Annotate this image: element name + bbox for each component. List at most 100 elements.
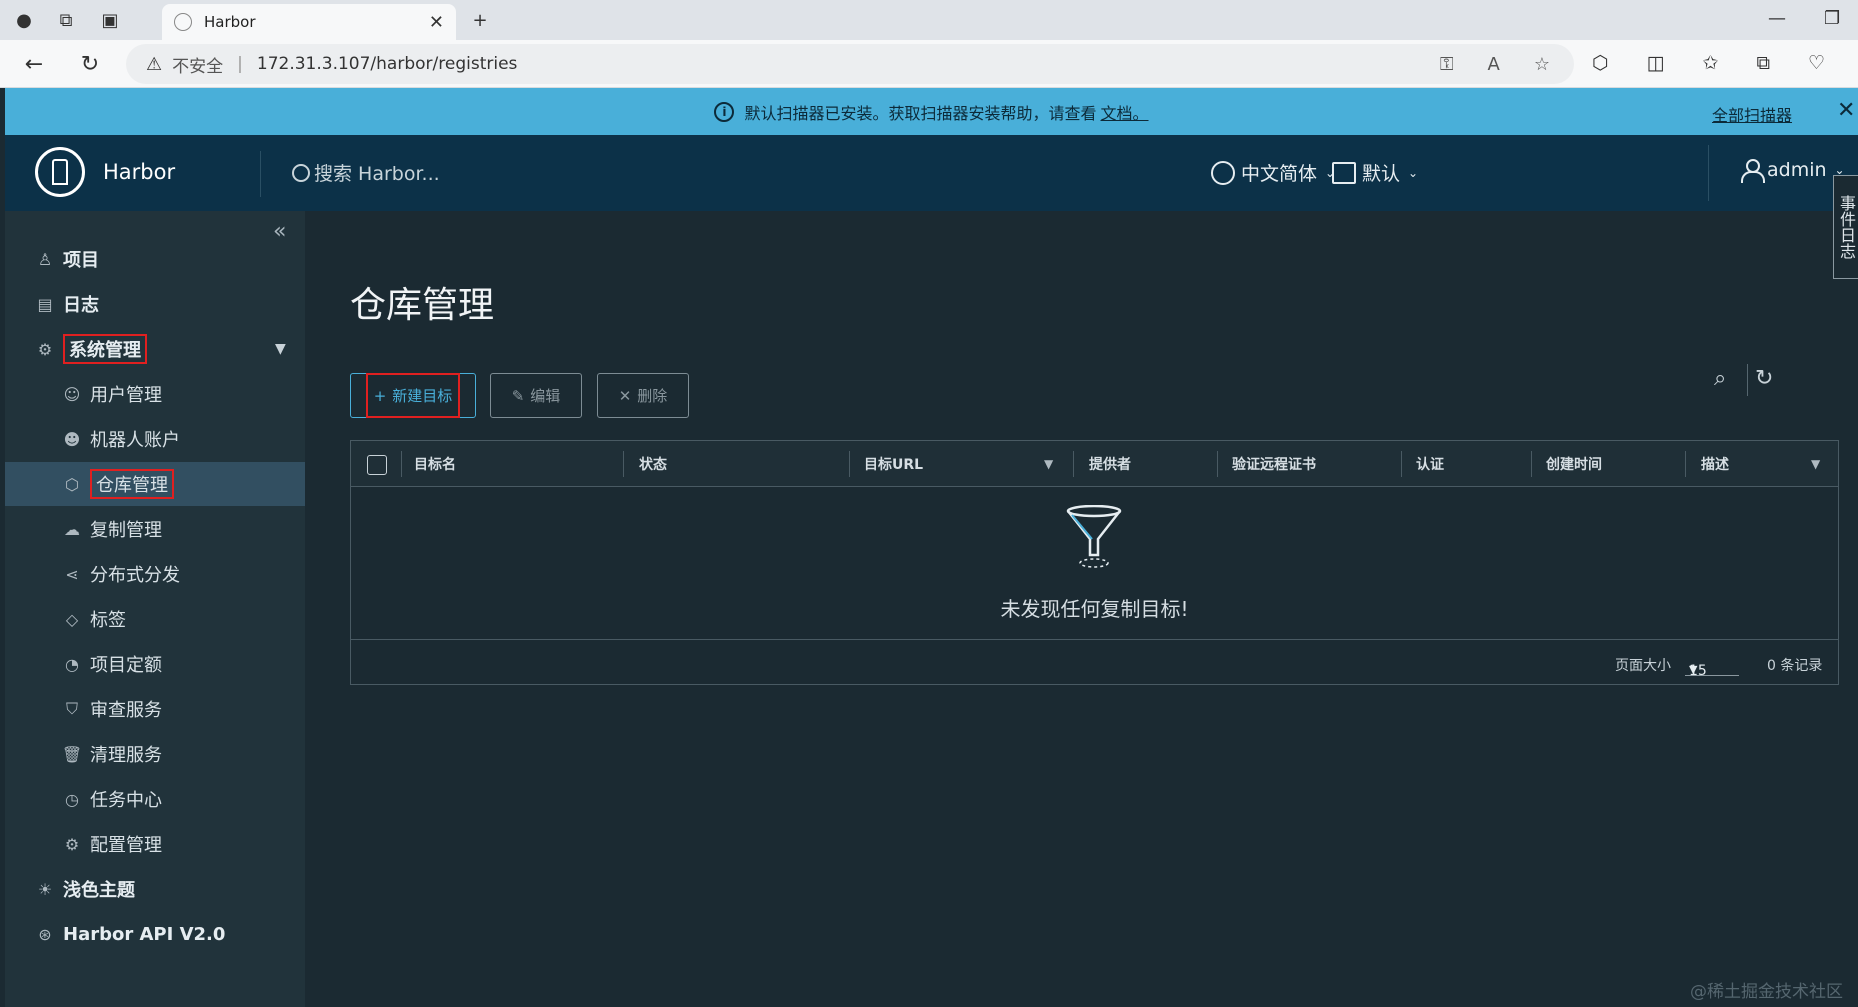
tab-actions-icon[interactable]: ▣	[96, 6, 124, 34]
banner-doc-link[interactable]: 文档。	[1101, 100, 1149, 124]
sidebar-item-label: 日志	[63, 295, 99, 316]
url-text[interactable]: 172.31.3.107/harbor/registries	[257, 54, 518, 74]
new-endpoint-button[interactable]: + 新建目标	[350, 373, 476, 418]
performance-icon[interactable]: ♡	[1808, 52, 1825, 74]
edit-button[interactable]: ✎ 编辑	[490, 373, 582, 418]
refresh-icon[interactable]: ↻	[1755, 366, 1773, 391]
user-name: admin	[1767, 159, 1827, 181]
filter-icon[interactable]: ▼	[1811, 457, 1820, 471]
select-all-checkbox[interactable]	[367, 455, 387, 475]
sidebar-item-distribution[interactable]: ⋖ 分布式分发	[5, 552, 305, 596]
column-separator	[1531, 451, 1532, 477]
banner-close-icon[interactable]: ✕	[1837, 98, 1855, 123]
info-icon: i	[714, 101, 735, 122]
event-log-tab[interactable]: 事件日志	[1833, 175, 1858, 279]
sidebar-item-users[interactable]: ☺ 用户管理	[5, 372, 305, 416]
new-endpoint-label: 新建目标	[392, 387, 453, 405]
global-search[interactable]: 搜索 Harbor...	[292, 159, 440, 186]
favorite-star-icon[interactable]: ☆	[1534, 54, 1550, 75]
all-scanners-link[interactable]: 全部扫描器	[1712, 102, 1792, 126]
security-label: 不安全	[172, 56, 224, 77]
column-header-verify-cert[interactable]: 验证远程证书	[1232, 441, 1316, 487]
browser-toolbar: ← ↻ ⚠ 不安全 | 172.31.3.107/harbor/registri…	[0, 40, 1858, 88]
column-header-status[interactable]: 状态	[639, 441, 667, 487]
column-header-description[interactable]: 描述	[1701, 441, 1729, 487]
profile-icon[interactable]: ●	[10, 6, 38, 34]
language-dropdown[interactable]: 中文简体 ⌄	[1211, 159, 1335, 186]
sidebar-item-label: 清理服务	[90, 745, 162, 766]
logs-icon: ▤	[37, 294, 53, 314]
tag-icon: ◇	[65, 609, 79, 629]
chevron-down-icon: ⌄	[1408, 165, 1419, 180]
read-aloud-icon[interactable]: A	[1488, 54, 1500, 75]
column-header-auth[interactable]: 认证	[1416, 441, 1444, 487]
harbor-logo-icon[interactable]	[35, 147, 85, 197]
date-format-label: 默认	[1362, 163, 1401, 185]
datagrid-footer: 页面大小 15 ▼ 0 条记录	[351, 639, 1838, 685]
sidebar-item-admin[interactable]: ⚙ 系统管理 ▼	[5, 327, 305, 371]
extensions-icon[interactable]: ⬡	[1592, 52, 1609, 74]
gear-icon: ⚙	[64, 834, 80, 854]
column-header-provider[interactable]: 提供者	[1089, 441, 1131, 487]
user-icon	[1741, 159, 1765, 183]
browser-tab[interactable]: Harbor ✕	[162, 4, 456, 40]
user-menu[interactable]: admin ⌄	[1741, 159, 1845, 183]
browser-tab-title: Harbor	[204, 13, 256, 31]
robot-icon: ☻	[63, 429, 81, 449]
sidebar-item-job-service[interactable]: ◷ 任务中心	[5, 777, 305, 821]
favorites-icon[interactable]: ✩	[1703, 52, 1719, 74]
workspaces-icon[interactable]: ⧉	[52, 6, 80, 34]
sidebar-item-light-theme[interactable]: ☀ 浅色主题	[5, 867, 305, 911]
distribution-icon: ⋖	[65, 564, 79, 584]
column-header-url[interactable]: 目标URL	[864, 441, 923, 487]
sidebar-item-quotas[interactable]: ◔ 项目定额	[5, 642, 305, 686]
sidebar-item-label: 配置管理	[90, 835, 162, 856]
split-screen-icon[interactable]: ◫	[1647, 52, 1665, 74]
plus-icon: +	[373, 386, 387, 405]
sidebar-item-label: 机器人账户	[90, 430, 180, 451]
address-bar[interactable]: ⚠ 不安全 | 172.31.3.107/harbor/registries ⚿…	[126, 44, 1574, 84]
column-header-created[interactable]: 创建时间	[1546, 441, 1602, 487]
pencil-icon: ✎	[511, 386, 525, 405]
filter-icon[interactable]: ▼	[1044, 457, 1053, 471]
globe-icon	[1211, 160, 1235, 185]
close-icon: ✕	[618, 386, 632, 405]
page-size-select[interactable]: 15 ▼	[1685, 648, 1739, 679]
column-header-name[interactable]: 目标名	[414, 441, 456, 487]
admin-icon: ⚙	[37, 339, 53, 359]
restore-icon[interactable]: ❐	[1824, 8, 1840, 29]
key-icon[interactable]: ⚿	[1440, 54, 1454, 75]
banner-message: 默认扫描器已安装。获取扫描器安装帮助，请查看	[744, 103, 1097, 123]
delete-button[interactable]: ✕ 删除	[597, 373, 689, 418]
reload-icon[interactable]: ↻	[76, 50, 104, 78]
sidebar-item-registries[interactable]: ⬡ 仓库管理	[5, 462, 305, 506]
sidebar-item-robot-accounts[interactable]: ☻ 机器人账户	[5, 417, 305, 461]
sidebar-item-labels[interactable]: ◇ 标签	[5, 597, 305, 641]
app-header: Harbor 搜索 Harbor... 中文简体 ⌄ 默认 ⌄ admin ⌄	[5, 135, 1858, 211]
sidebar: « ♙ 项目 ▤ 日志 ⚙ 系统管理 ▼ ☺ 用户管理 ☻ 机器人账户 ⬡ 仓库…	[5, 211, 305, 1007]
watermark: @稀土掘金技术社区	[1690, 982, 1843, 1002]
collections-icon[interactable]: ⧉	[1756, 52, 1770, 74]
sidebar-item-logs[interactable]: ▤ 日志	[5, 282, 305, 326]
search-icon[interactable]: ⌕	[1714, 366, 1726, 391]
sidebar-item-cleanup[interactable]: 🗑 清理服务	[5, 732, 305, 776]
sidebar-item-api[interactable]: ⊛ Harbor API V2.0	[5, 912, 305, 956]
column-separator	[849, 451, 850, 477]
projects-icon: ♙	[37, 249, 53, 269]
sun-icon: ☀	[37, 879, 53, 899]
sidebar-item-label: 项目	[63, 250, 99, 271]
browser-tab-bar: ● ⧉ ▣ Harbor ✕ + — ❐	[0, 0, 1858, 40]
sidebar-item-interrogation[interactable]: ⛉ 审查服务	[5, 687, 305, 731]
sidebar-item-configuration[interactable]: ⚙ 配置管理	[5, 822, 305, 866]
minimize-icon[interactable]: —	[1768, 8, 1786, 29]
close-tab-icon[interactable]: ✕	[429, 12, 444, 33]
search-placeholder: 搜索 Harbor...	[314, 163, 440, 185]
sidebar-item-label: 浅色主题	[63, 880, 135, 901]
new-tab-icon[interactable]: +	[466, 6, 494, 34]
sidebar-item-replications[interactable]: ☁ 复制管理	[5, 507, 305, 551]
brand-name[interactable]: Harbor	[103, 160, 175, 184]
back-icon[interactable]: ←	[20, 50, 48, 78]
date-format-dropdown[interactable]: 默认 ⌄	[1332, 159, 1418, 186]
sidebar-item-projects[interactable]: ♙ 项目	[5, 237, 305, 281]
sidebar-item-label: 任务中心	[90, 790, 162, 811]
